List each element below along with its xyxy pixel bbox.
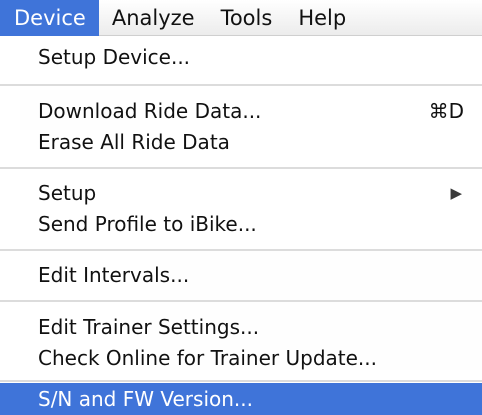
menu-item-setup[interactable]: Setup ▶ [0, 176, 482, 210]
app-window: Device Analyze Tools Help Setup Device..… [0, 0, 482, 415]
menu-item-send-profile[interactable]: Send Profile to iBike... [0, 207, 482, 241]
menu-item-label: Setup Device... [38, 45, 191, 69]
menu-device[interactable]: Device [0, 0, 99, 36]
menu-bar: Device Analyze Tools Help [0, 0, 482, 36]
menu-item-label: Send Profile to iBike... [38, 212, 257, 236]
menu-item-label: Edit Intervals... [38, 263, 190, 287]
menu-item-label: Setup [38, 181, 97, 205]
menu-item-edit-trainer-settings[interactable]: Edit Trainer Settings... [0, 310, 482, 344]
menu-item-label: S/N and FW Version... [38, 387, 253, 411]
menu-separator [0, 380, 482, 382]
menu-item-label: Erase All Ride Data [38, 130, 230, 154]
menu-help[interactable]: Help [285, 0, 359, 36]
menu-item-download-ride-data[interactable]: Download Ride Data... ⌘D [0, 94, 482, 128]
menu-separator [0, 167, 482, 169]
device-dropdown-menu: Setup Device... Download Ride Data... ⌘D… [0, 36, 482, 415]
menu-item-label: Download Ride Data... [38, 99, 262, 123]
menu-separator [0, 249, 482, 251]
menu-item-edit-intervals[interactable]: Edit Intervals... [0, 258, 482, 292]
menu-item-setup-device[interactable]: Setup Device... [0, 40, 482, 74]
menu-analyze[interactable]: Analyze [99, 0, 208, 36]
menu-item-erase-ride-data[interactable]: Erase All Ride Data [0, 125, 482, 159]
menu-tools[interactable]: Tools [208, 0, 286, 36]
menu-item-label: Check Online for Trainer Update... [38, 346, 377, 370]
menu-item-label: Edit Trainer Settings... [38, 315, 260, 339]
menu-separator [0, 84, 482, 86]
menu-separator [0, 300, 482, 302]
shortcut-label: ⌘D [428, 99, 464, 123]
submenu-arrow-icon: ▶ [450, 184, 462, 202]
menu-item-check-trainer-update[interactable]: Check Online for Trainer Update... [0, 341, 482, 375]
menu-item-sn-fw-version[interactable]: S/N and FW Version... [0, 383, 482, 415]
